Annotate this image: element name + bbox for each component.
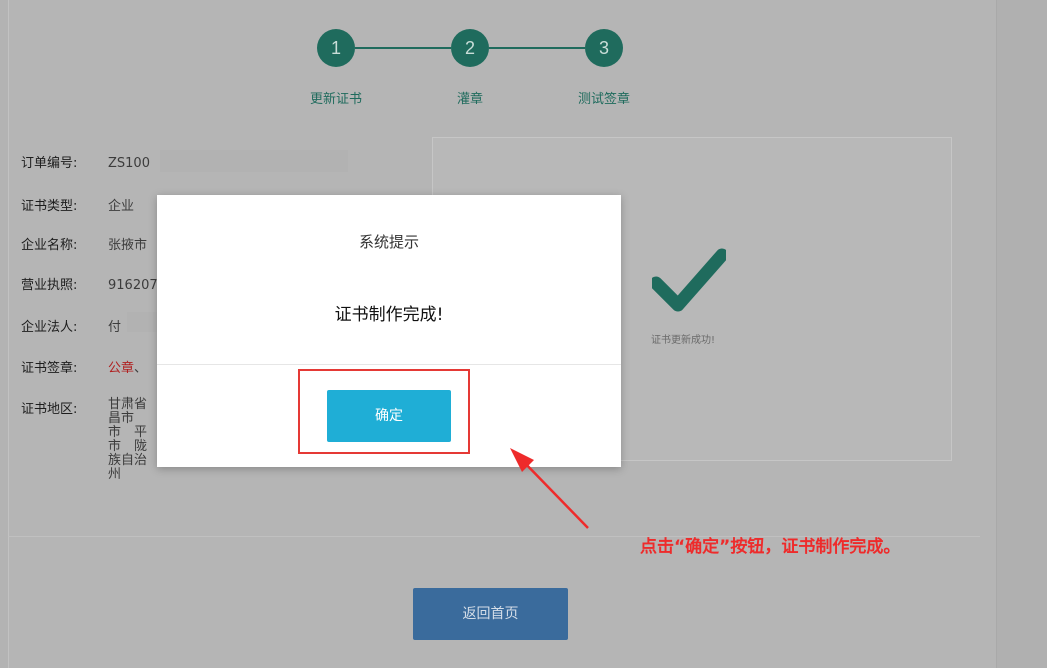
step-2-label: 灌章 <box>456 92 484 107</box>
cert-seal-row: 证书签章: 公章、 <box>21 357 147 376</box>
step-2-indicator: 2 <box>451 29 489 67</box>
dialog-message: 证书制作完成! <box>334 305 444 325</box>
redaction <box>127 312 157 332</box>
success-message: 证书更新成功! <box>651 335 716 346</box>
business-license-row: 营业执照: 916207 <box>21 274 158 293</box>
region-line: 昌市 <box>108 411 135 426</box>
company-name-label: 企业名称: <box>21 238 78 253</box>
instruction-annotation: 点击“确定”按钮，证书制作完成。 <box>640 537 901 557</box>
cert-type-value: 企业 <box>108 199 135 214</box>
region-line: 甘肃省 <box>108 397 148 412</box>
legal-person-row: 企业法人: 付 <box>21 316 121 335</box>
cert-type-row: 证书类型: 企业 <box>21 195 134 214</box>
highlight-box <box>298 369 470 454</box>
step-3-label: 测试签章 <box>577 92 631 107</box>
page: 1 2 3 更新证书 灌章 测试签章 订单编号: ZS100 证书类型: 企业 企业… <box>0 0 1047 668</box>
pointer-arrow-icon <box>510 448 589 529</box>
dialog-title: 系统提示 <box>358 233 419 251</box>
step-1-indicator: 1 <box>317 29 355 67</box>
legal-person-value: 付 <box>108 320 122 335</box>
cert-region-row: 证书地区: <box>21 398 108 417</box>
step-connector <box>355 47 451 49</box>
cert-type-label: 证书类型: <box>21 199 78 214</box>
cert-region-value: 甘肃省 昌市 市 平 市 陇 族自治州 <box>108 398 158 482</box>
business-license-label: 营业执照: <box>21 278 78 293</box>
cert-region-label: 证书地区: <box>21 402 78 417</box>
order-number-value: ZS100 <box>108 156 150 171</box>
region-line: 市 平 <box>108 425 148 440</box>
step-connector <box>489 47 585 49</box>
cert-seal-value: 公章 <box>108 361 135 376</box>
dialog-divider <box>157 364 621 365</box>
success-check-icon <box>652 248 726 312</box>
redaction <box>160 150 348 172</box>
cert-seal-separator: 、 <box>134 361 148 376</box>
cert-seal-label: 证书签章: <box>21 361 78 376</box>
step-3-indicator: 3 <box>585 29 623 67</box>
region-line: 族自治州 <box>108 453 148 482</box>
order-number-label: 订单编号: <box>21 156 78 171</box>
back-home-button[interactable]: 返回首页 <box>413 588 568 640</box>
region-line: 市 陇 <box>108 439 148 454</box>
legal-person-label: 企业法人: <box>21 320 78 335</box>
company-name-value: 张掖市 <box>108 238 148 253</box>
step-1-label: 更新证书 <box>309 92 363 107</box>
business-license-value: 916207 <box>108 278 158 293</box>
company-name-row: 企业名称: 张掖市 <box>21 234 147 253</box>
order-number-row: 订单编号: ZS100 <box>21 152 150 171</box>
scroll-area <box>996 0 1047 668</box>
